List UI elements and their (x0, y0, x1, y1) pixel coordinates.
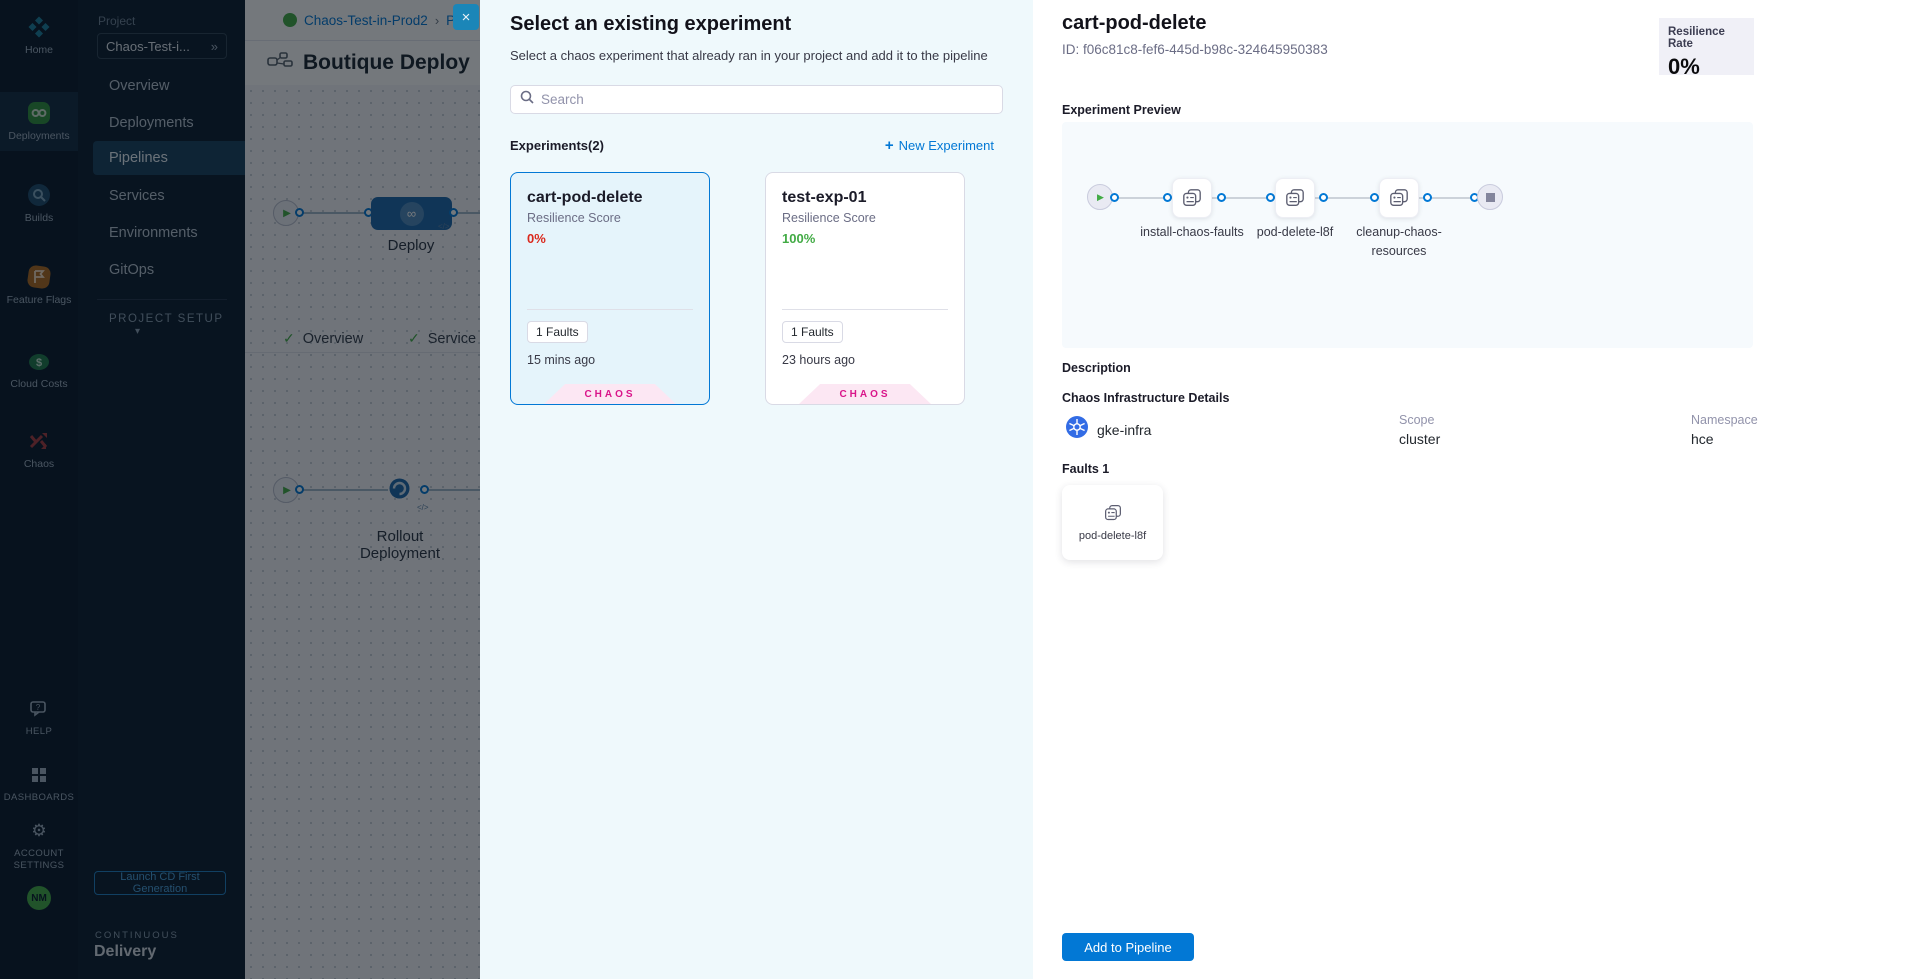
step-pod-delete-l8f[interactable] (1275, 178, 1315, 218)
step-install-chaos-faults[interactable] (1172, 178, 1212, 218)
edge-port (1217, 193, 1226, 202)
search-icon (520, 90, 534, 109)
infra-details-label: Chaos Infrastructure Details (1062, 391, 1229, 405)
description-label: Description (1062, 361, 1131, 375)
step-label: install-chaos-faults (1137, 223, 1247, 242)
edge-port (1110, 193, 1119, 202)
resilience-score-label: Resilience Score (527, 211, 693, 225)
experiment-name: cart-pod-delete (527, 189, 693, 207)
faults-count-badge: 1 Faults (527, 321, 588, 343)
namespace-value: hce (1691, 431, 1758, 447)
modal-subtitle: Select a chaos experiment that already r… (510, 48, 988, 63)
fault-step-icon (1285, 188, 1305, 208)
edge-port (1319, 193, 1328, 202)
step-label: cleanup-chaos-resources (1344, 223, 1454, 262)
experiment-select-panel: Select an existing experiment Select a c… (480, 0, 1033, 979)
chaos-tag: CHAOS (584, 389, 635, 400)
fault-step-icon (1182, 188, 1202, 208)
fault-icon (1104, 504, 1122, 522)
experiment-card-cart-pod-delete[interactable]: cart-pod-delete Resilience Score 0% 1 Fa… (510, 172, 710, 405)
step-label: pod-delete-l8f (1240, 223, 1350, 242)
resilience-score-value: 100% (782, 231, 948, 246)
divider (527, 309, 693, 310)
chaos-tag-ribbon: CHAOS (799, 384, 931, 404)
edge-port (1370, 193, 1379, 202)
experiment-preview-label: Experiment Preview (1062, 103, 1181, 117)
preview-end-node (1477, 184, 1503, 210)
plus-icon: + (885, 137, 894, 154)
modal-title: Select an existing experiment (510, 13, 791, 36)
last-updated: 15 mins ago (527, 353, 595, 367)
divider (782, 309, 948, 310)
resilience-rate-label: Resilience Rate (1668, 26, 1745, 50)
namespace-field: Namespace hce (1691, 413, 1758, 447)
experiment-details-panel: cart-pod-delete ID: f06c81c8-fef6-445d-b… (1033, 0, 1920, 979)
new-experiment-label: New Experiment (899, 138, 994, 153)
kubernetes-icon (1065, 415, 1089, 444)
fault-card-pod-delete-l8f[interactable]: pod-delete-l8f (1062, 485, 1163, 560)
experiment-name: test-exp-01 (782, 189, 948, 207)
scope-value: cluster (1399, 431, 1440, 447)
faults-section-label: Faults 1 (1062, 462, 1109, 476)
resilience-rate-value: 0% (1668, 54, 1745, 80)
resilience-score-value: 0% (527, 231, 693, 246)
add-to-pipeline-button[interactable]: Add to Pipeline (1062, 933, 1194, 961)
search-box[interactable] (510, 85, 1003, 114)
step-cleanup-chaos-resources[interactable] (1379, 178, 1419, 218)
edge-port (1163, 193, 1172, 202)
last-updated: 23 hours ago (782, 353, 855, 367)
experiment-title: cart-pod-delete (1062, 12, 1206, 35)
close-icon[interactable]: × (453, 4, 479, 30)
faults-count-badge: 1 Faults (782, 321, 843, 343)
experiments-count-header: Experiments(2) (510, 138, 604, 153)
search-input[interactable] (541, 92, 993, 107)
screen: Home Deployments Builds Feature Flags $ … (0, 0, 1920, 979)
resilience-rate-box: Resilience Rate 0% (1659, 18, 1754, 75)
resilience-score-label: Resilience Score (782, 211, 948, 225)
chaos-tag: CHAOS (839, 389, 890, 400)
scope-field: Scope cluster (1399, 413, 1440, 447)
experiment-card-test-exp-01[interactable]: test-exp-01 Resilience Score 100% 1 Faul… (765, 172, 965, 405)
stop-icon (1486, 193, 1495, 202)
fault-step-icon (1389, 188, 1409, 208)
namespace-label: Namespace (1691, 413, 1758, 427)
infra-name: gke-infra (1097, 422, 1151, 438)
infra-row: gke-infra (1065, 415, 1151, 444)
chaos-tag-ribbon: CHAOS (544, 384, 676, 404)
new-experiment-link[interactable]: + New Experiment (885, 137, 994, 154)
experiment-id: ID: f06c81c8-fef6-445d-b98c-324645950383 (1062, 42, 1328, 57)
fault-name: pod-delete-l8f (1079, 530, 1146, 542)
play-icon: ▶ (1097, 192, 1104, 203)
edge-port (1266, 193, 1275, 202)
scope-label: Scope (1399, 413, 1440, 427)
experiment-preview-diagram: ▶ install-chaos-faults pod-delete-l8f cl… (1062, 122, 1753, 348)
edge-port (1423, 193, 1432, 202)
